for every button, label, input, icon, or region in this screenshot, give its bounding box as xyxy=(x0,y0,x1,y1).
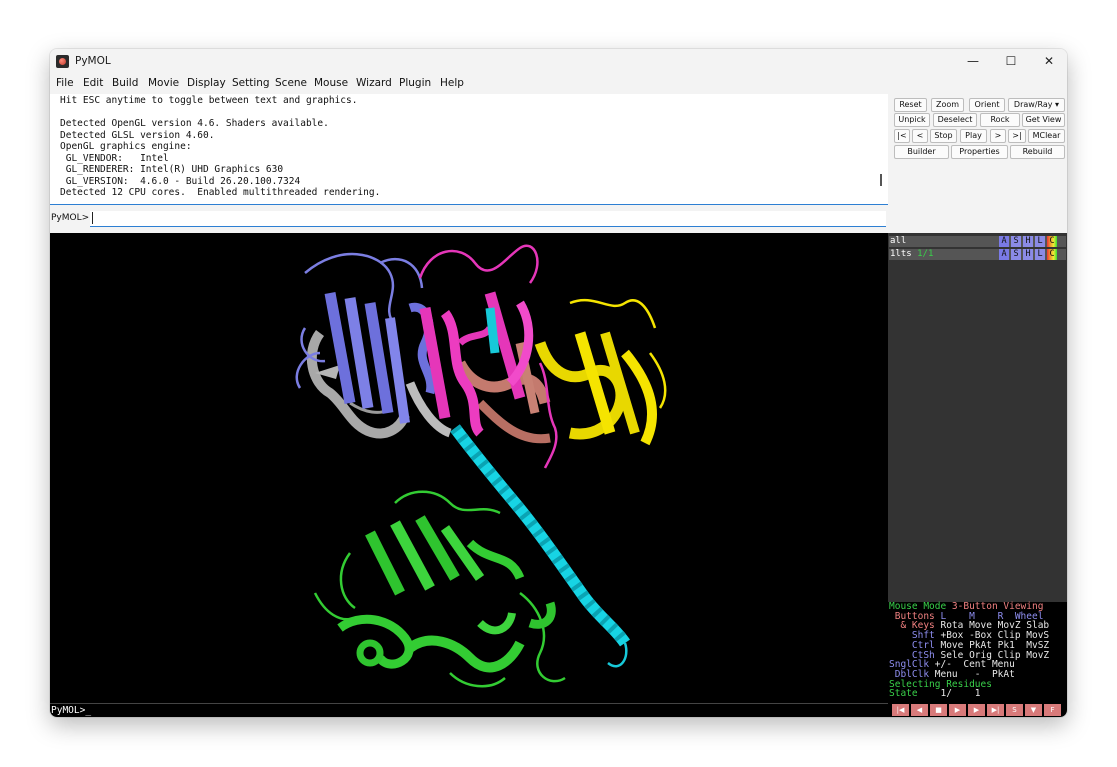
menu-setting[interactable]: Setting xyxy=(232,77,270,89)
maximize-button[interactable]: ☐ xyxy=(992,49,1030,74)
action-button[interactable]: A xyxy=(999,236,1009,247)
command-row: PyMOL> xyxy=(50,209,888,229)
menu-scene[interactable]: Scene xyxy=(275,77,307,89)
pymol-app-icon xyxy=(56,55,69,68)
menu-help[interactable]: Help xyxy=(440,77,464,89)
output-line: OpenGL graphics engine: xyxy=(60,141,192,152)
output-line: GL_RENDERER: Intel(R) UHD Graphics 630 xyxy=(60,164,284,175)
command-input[interactable] xyxy=(90,211,886,227)
action-button[interactable]: A xyxy=(999,249,1009,260)
deselect-button[interactable]: Deselect xyxy=(933,113,977,127)
pymol-window: PyMOL — ☐ ✕ File Edit Build Movie Displa… xyxy=(50,49,1067,717)
object-row-1lts[interactable]: 1lts 1/1 A S H L C xyxy=(889,249,1066,260)
menu-display[interactable]: Display xyxy=(187,77,226,89)
mclear-button[interactable]: MClear xyxy=(1028,129,1065,143)
protein-cartoon-rendering xyxy=(295,244,667,688)
output-line: Detected 12 CPU cores. Enabled multithre… xyxy=(60,187,381,198)
menu-mouse[interactable]: Mouse xyxy=(314,77,348,89)
title-bar: PyMOL — ☐ ✕ xyxy=(50,49,1067,74)
menu-bar: File Edit Build Movie Display Setting Sc… xyxy=(50,74,1067,93)
hide-button[interactable]: H xyxy=(1023,236,1033,247)
status-command-line[interactable]: PyMOL>_ xyxy=(50,703,888,717)
command-prompt-label: PyMOL> xyxy=(51,213,90,223)
menu-wizard[interactable]: Wizard xyxy=(356,77,392,89)
output-line: Detected OpenGL version 4.6. Shaders ava… xyxy=(60,118,329,129)
state-line: State 1/ 1 xyxy=(889,688,981,700)
rewind-icon[interactable]: |◀ xyxy=(892,704,909,716)
stop-button[interactable]: Stop xyxy=(930,129,957,143)
end-icon[interactable]: ▶| xyxy=(987,704,1004,716)
text-caret xyxy=(92,212,93,224)
chevron-down-icon[interactable]: ▼ xyxy=(1025,704,1042,716)
3d-viewer[interactable] xyxy=(50,233,888,703)
object-name: 1lts 1/1 xyxy=(890,249,934,259)
color-button[interactable]: C xyxy=(1047,236,1057,247)
rock-button[interactable]: Rock xyxy=(980,113,1020,127)
object-name: all xyxy=(890,236,907,246)
menu-plugin[interactable]: Plugin xyxy=(399,77,431,89)
unpick-button[interactable]: Unpick xyxy=(894,113,930,127)
scene-button[interactable]: S xyxy=(1006,704,1023,716)
output-line: Hit ESC anytime to toggle between text a… xyxy=(60,95,358,106)
menu-build[interactable]: Build xyxy=(112,77,138,89)
window-title: PyMOL xyxy=(75,55,111,67)
control-button-panel: Reset Zoom Orient Draw/Ray ▾ Unpick Dese… xyxy=(888,93,1067,233)
play-icon[interactable]: ▶ xyxy=(949,704,966,716)
menu-movie[interactable]: Movie xyxy=(148,77,179,89)
show-button[interactable]: S xyxy=(1011,236,1021,247)
mouse-mode-panel[interactable]: Mouse Mode 3-Button Viewing Buttons L M … xyxy=(888,602,1067,703)
hide-button[interactable]: H xyxy=(1023,249,1033,260)
stop-icon[interactable]: ■ xyxy=(930,704,947,716)
color-button[interactable]: C xyxy=(1047,249,1057,260)
rewind-button[interactable]: |< xyxy=(894,129,910,143)
builder-button[interactable]: Builder xyxy=(894,145,949,159)
show-button[interactable]: S xyxy=(1011,249,1021,260)
get-view-button[interactable]: Get View xyxy=(1022,113,1065,127)
output-line: GL_VENDOR: Intel xyxy=(60,152,169,164)
object-row-all[interactable]: all A S H L C xyxy=(889,236,1066,247)
label-button[interactable]: L xyxy=(1035,236,1045,247)
status-prompt: PyMOL>_ xyxy=(51,705,92,716)
properties-button[interactable]: Properties xyxy=(951,145,1008,159)
end-button[interactable]: >| xyxy=(1008,129,1026,143)
output-scrollbar[interactable] xyxy=(880,174,882,186)
fullscreen-button[interactable]: F xyxy=(1044,704,1061,716)
reset-button[interactable]: Reset xyxy=(894,98,927,112)
menu-file[interactable]: File xyxy=(56,77,74,89)
back-button[interactable]: < xyxy=(912,129,928,143)
prev-frame-icon[interactable]: ◀ xyxy=(911,704,928,716)
menu-edit[interactable]: Edit xyxy=(83,77,103,89)
draw-ray-button[interactable]: Draw/Ray ▾ xyxy=(1008,98,1065,112)
forward-button[interactable]: > xyxy=(990,129,1006,143)
label-button[interactable]: L xyxy=(1035,249,1045,260)
zoom-button[interactable]: Zoom xyxy=(931,98,964,112)
output-line: Detected GLSL version 4.60. xyxy=(60,129,215,141)
close-button[interactable]: ✕ xyxy=(1030,49,1067,74)
output-line: GL_VERSION: 4.6.0 - Build 26.20.100.7324 xyxy=(60,175,301,187)
next-frame-icon[interactable]: ▶ xyxy=(968,704,985,716)
movie-transport-bar: |◀ ◀ ■ ▶ ▶ ▶| S ▼ F xyxy=(888,703,1067,717)
minimize-button[interactable]: — xyxy=(954,49,992,74)
play-button[interactable]: Play xyxy=(960,129,987,143)
orient-button[interactable]: Orient xyxy=(969,98,1005,112)
output-console: Hit ESC anytime to toggle between text a… xyxy=(50,94,888,205)
rebuild-button[interactable]: Rebuild xyxy=(1010,145,1065,159)
